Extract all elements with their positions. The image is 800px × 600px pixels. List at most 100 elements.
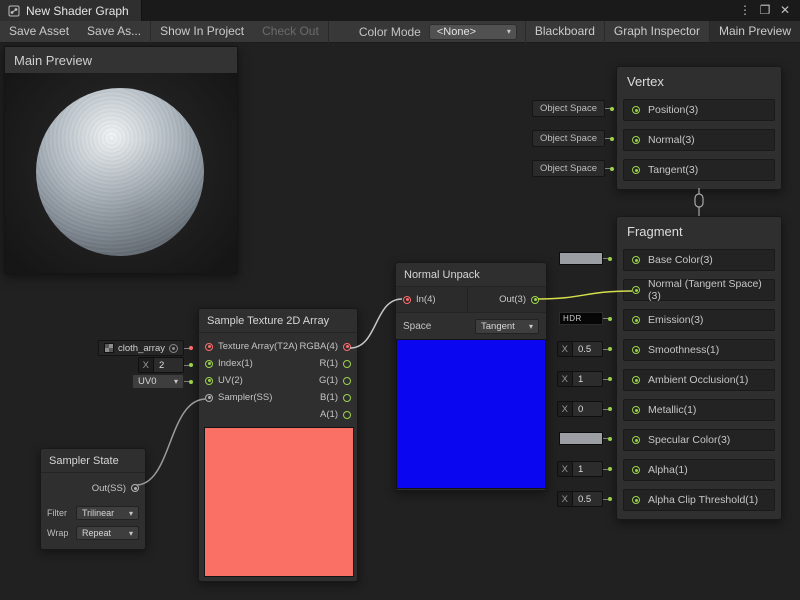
port-row: UV(2) G(1) <box>199 372 357 389</box>
float-field[interactable]: X 0 <box>557 401 603 417</box>
normal-tangent-label: Normal (Tangent Space)(3) <box>648 278 766 302</box>
uv-dropdown[interactable]: UV0 ▾ <box>132 374 184 389</box>
texture-thumbnail-icon <box>104 343 114 353</box>
fragment-row-alpha-clip[interactable]: Alpha Clip Threshold(1) <box>623 489 775 511</box>
space-value: Tangent <box>481 321 515 332</box>
normal-unpack-ports: In(4) Out(3) <box>396 287 546 313</box>
fragment-row-base-color[interactable]: Base Color(3) <box>623 249 775 271</box>
main-preview-button[interactable]: Main Preview <box>710 21 800 42</box>
close-icon[interactable]: ✕ <box>775 0 795 21</box>
uv-port[interactable] <box>205 377 213 385</box>
vertex-node[interactable]: Vertex Position(3) Normal(3) Tangent(3) <box>616 66 782 190</box>
vertex-row-tangent[interactable]: Tangent(3) <box>623 159 775 181</box>
color-swatch[interactable] <box>559 252 603 265</box>
normal-port[interactable] <box>632 136 640 144</box>
fragment-row-smoothness[interactable]: Smoothness(1) <box>623 339 775 361</box>
out-ss-label: Out(SS) <box>92 483 126 494</box>
smoothness-label: Smoothness(1) <box>648 344 719 356</box>
object-space-selector[interactable]: Object Space <box>532 100 605 117</box>
a-label: A(1) <box>320 409 338 420</box>
window-tab[interactable]: New Shader Graph <box>0 0 142 21</box>
object-space-selector[interactable]: Object Space <box>532 130 605 147</box>
g-port[interactable] <box>343 377 351 385</box>
object-picker-icon[interactable] <box>169 344 178 353</box>
base-color-control <box>559 252 612 265</box>
smoothness-port[interactable] <box>632 346 640 354</box>
value-field[interactable]: 0.5 <box>572 342 602 356</box>
b-port[interactable] <box>343 394 351 402</box>
normal-tangent-port[interactable] <box>632 286 640 294</box>
cloth-array-field[interactable]: cloth_array <box>98 340 184 356</box>
float-field[interactable]: X 2 <box>138 357 184 373</box>
color-mode-dropdown[interactable]: <None> ▾ <box>429 24 517 40</box>
value-field[interactable]: 2 <box>153 358 183 372</box>
float-field[interactable]: X 0.5 <box>557 341 603 357</box>
wrap-dropdown[interactable]: Repeat ▾ <box>76 526 139 540</box>
port-stub-dot <box>610 167 614 171</box>
input-port-group: Sampler(SS) <box>205 392 272 403</box>
fragment-row-normal[interactable]: Normal (Tangent Space)(3) <box>623 279 775 301</box>
sample-texture-2d-array-node[interactable]: Sample Texture 2D Array Texture Array(T2… <box>198 308 358 582</box>
fragment-row-emission[interactable]: Emission(3) <box>623 309 775 331</box>
ambient-occlusion-port[interactable] <box>632 376 640 384</box>
value-field[interactable]: 0.5 <box>572 492 602 506</box>
value-field[interactable]: 1 <box>572 372 602 386</box>
port-stub-dot <box>610 107 614 111</box>
color-swatch[interactable] <box>559 432 603 445</box>
metallic-port[interactable] <box>632 406 640 414</box>
in-port[interactable] <box>403 296 411 304</box>
alpha-clip-control: X 0.5 <box>557 491 612 507</box>
blackboard-button[interactable]: Blackboard <box>526 21 604 42</box>
a-port[interactable] <box>343 411 351 419</box>
object-space-selector[interactable]: Object Space <box>532 160 605 177</box>
graph-inspector-button[interactable]: Graph Inspector <box>605 21 709 42</box>
base-color-port[interactable] <box>632 256 640 264</box>
save-asset-button[interactable]: Save Asset <box>0 21 78 42</box>
normal-unpack-preview <box>396 339 546 489</box>
fragment-row-metallic[interactable]: Metallic(1) <box>623 399 775 421</box>
float-field[interactable]: X 1 <box>557 371 603 387</box>
r-port[interactable] <box>343 360 351 368</box>
normal-label: Normal(3) <box>648 134 695 146</box>
fragment-row-ambient-occlusion[interactable]: Ambient Occlusion(1) <box>623 369 775 391</box>
alpha-clip-port[interactable] <box>632 496 640 504</box>
normal-space-control: Object Space <box>532 130 614 147</box>
normal-unpack-node[interactable]: Normal Unpack In(4) Out(3) Space Tangent… <box>395 262 547 491</box>
save-as-button[interactable]: Save As... <box>78 21 150 42</box>
emission-port[interactable] <box>632 316 640 324</box>
vertex-row-normal[interactable]: Normal(3) <box>623 129 775 151</box>
texture-array-port[interactable] <box>205 343 213 351</box>
value-field[interactable]: 1 <box>572 462 602 476</box>
output-port-group: R(1) <box>320 358 351 369</box>
fragment-node[interactable]: Fragment Base Color(3) Normal (Tangent S… <box>616 216 782 520</box>
alpha-port[interactable] <box>632 466 640 474</box>
emission-hdr-control: HDR <box>559 312 612 325</box>
fragment-row-specular-color[interactable]: Specular Color(3) <box>623 429 775 451</box>
value-field[interactable]: 0 <box>572 402 602 416</box>
index-port[interactable] <box>205 360 213 368</box>
kebab-menu-icon[interactable]: ⋮ <box>735 0 755 21</box>
main-preview-panel[interactable]: Main Preview <box>4 46 238 274</box>
float-field[interactable]: X 0.5 <box>557 491 603 507</box>
out-ss-port[interactable] <box>131 484 139 492</box>
maximize-icon[interactable]: ❐ <box>755 0 775 21</box>
float-field[interactable]: X 1 <box>557 461 603 477</box>
position-port[interactable] <box>632 106 640 114</box>
port-stub-dot <box>608 497 612 501</box>
space-dropdown[interactable]: Tangent ▾ <box>475 319 539 334</box>
sampler-state-node[interactable]: Sampler State Out(SS) Filter Trilinear ▾… <box>40 448 146 550</box>
sampler-port[interactable] <box>205 394 213 402</box>
rgba-port[interactable] <box>343 343 351 351</box>
out-port[interactable] <box>531 296 539 304</box>
fragment-row-alpha[interactable]: Alpha(1) <box>623 459 775 481</box>
tangent-port[interactable] <box>632 166 640 174</box>
specular-color-port[interactable] <box>632 436 640 444</box>
filter-dropdown[interactable]: Trilinear ▾ <box>76 506 139 520</box>
in-port-group: In(4) <box>396 287 468 312</box>
main-preview-header[interactable]: Main Preview <box>5 47 237 73</box>
filter-label: Filter <box>47 508 71 518</box>
vertex-row-position[interactable]: Position(3) <box>623 99 775 121</box>
hdr-color-field[interactable]: HDR <box>559 312 603 325</box>
emission-label: Emission(3) <box>648 314 703 326</box>
show-in-project-button[interactable]: Show In Project <box>151 21 253 42</box>
